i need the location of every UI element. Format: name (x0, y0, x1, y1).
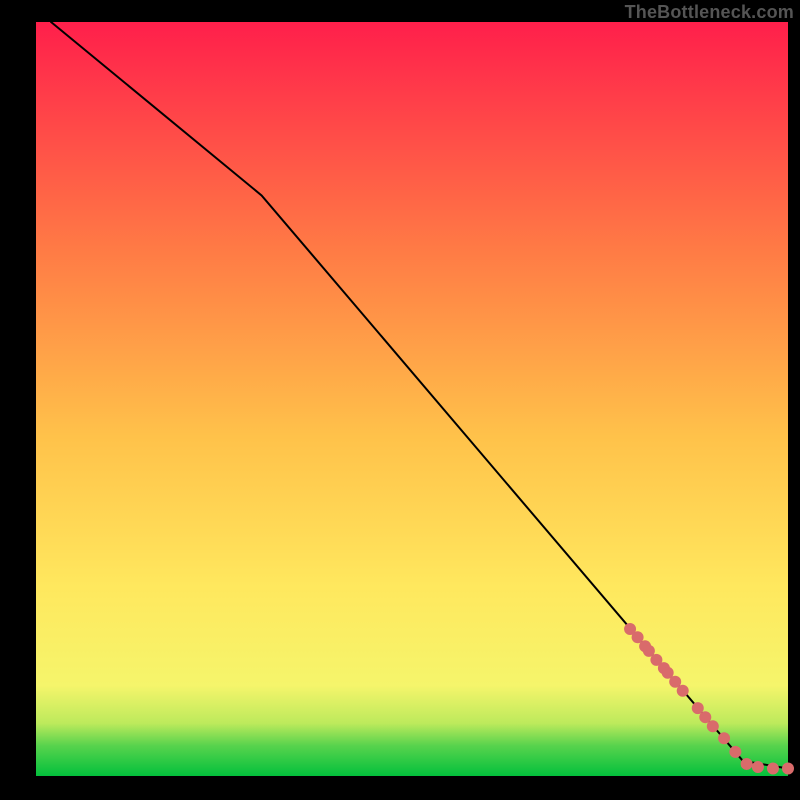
chart-svg (0, 0, 800, 800)
marker-point (729, 746, 741, 758)
marker-point (767, 762, 779, 774)
marker-point (677, 685, 689, 697)
watermark-text: TheBottleneck.com (625, 2, 794, 23)
chart-container: TheBottleneck.com (0, 0, 800, 800)
marker-point (752, 761, 764, 773)
marker-point (782, 762, 794, 774)
marker-point (718, 732, 730, 744)
marker-point (741, 758, 753, 770)
plot-background (36, 22, 788, 776)
marker-point (707, 720, 719, 732)
